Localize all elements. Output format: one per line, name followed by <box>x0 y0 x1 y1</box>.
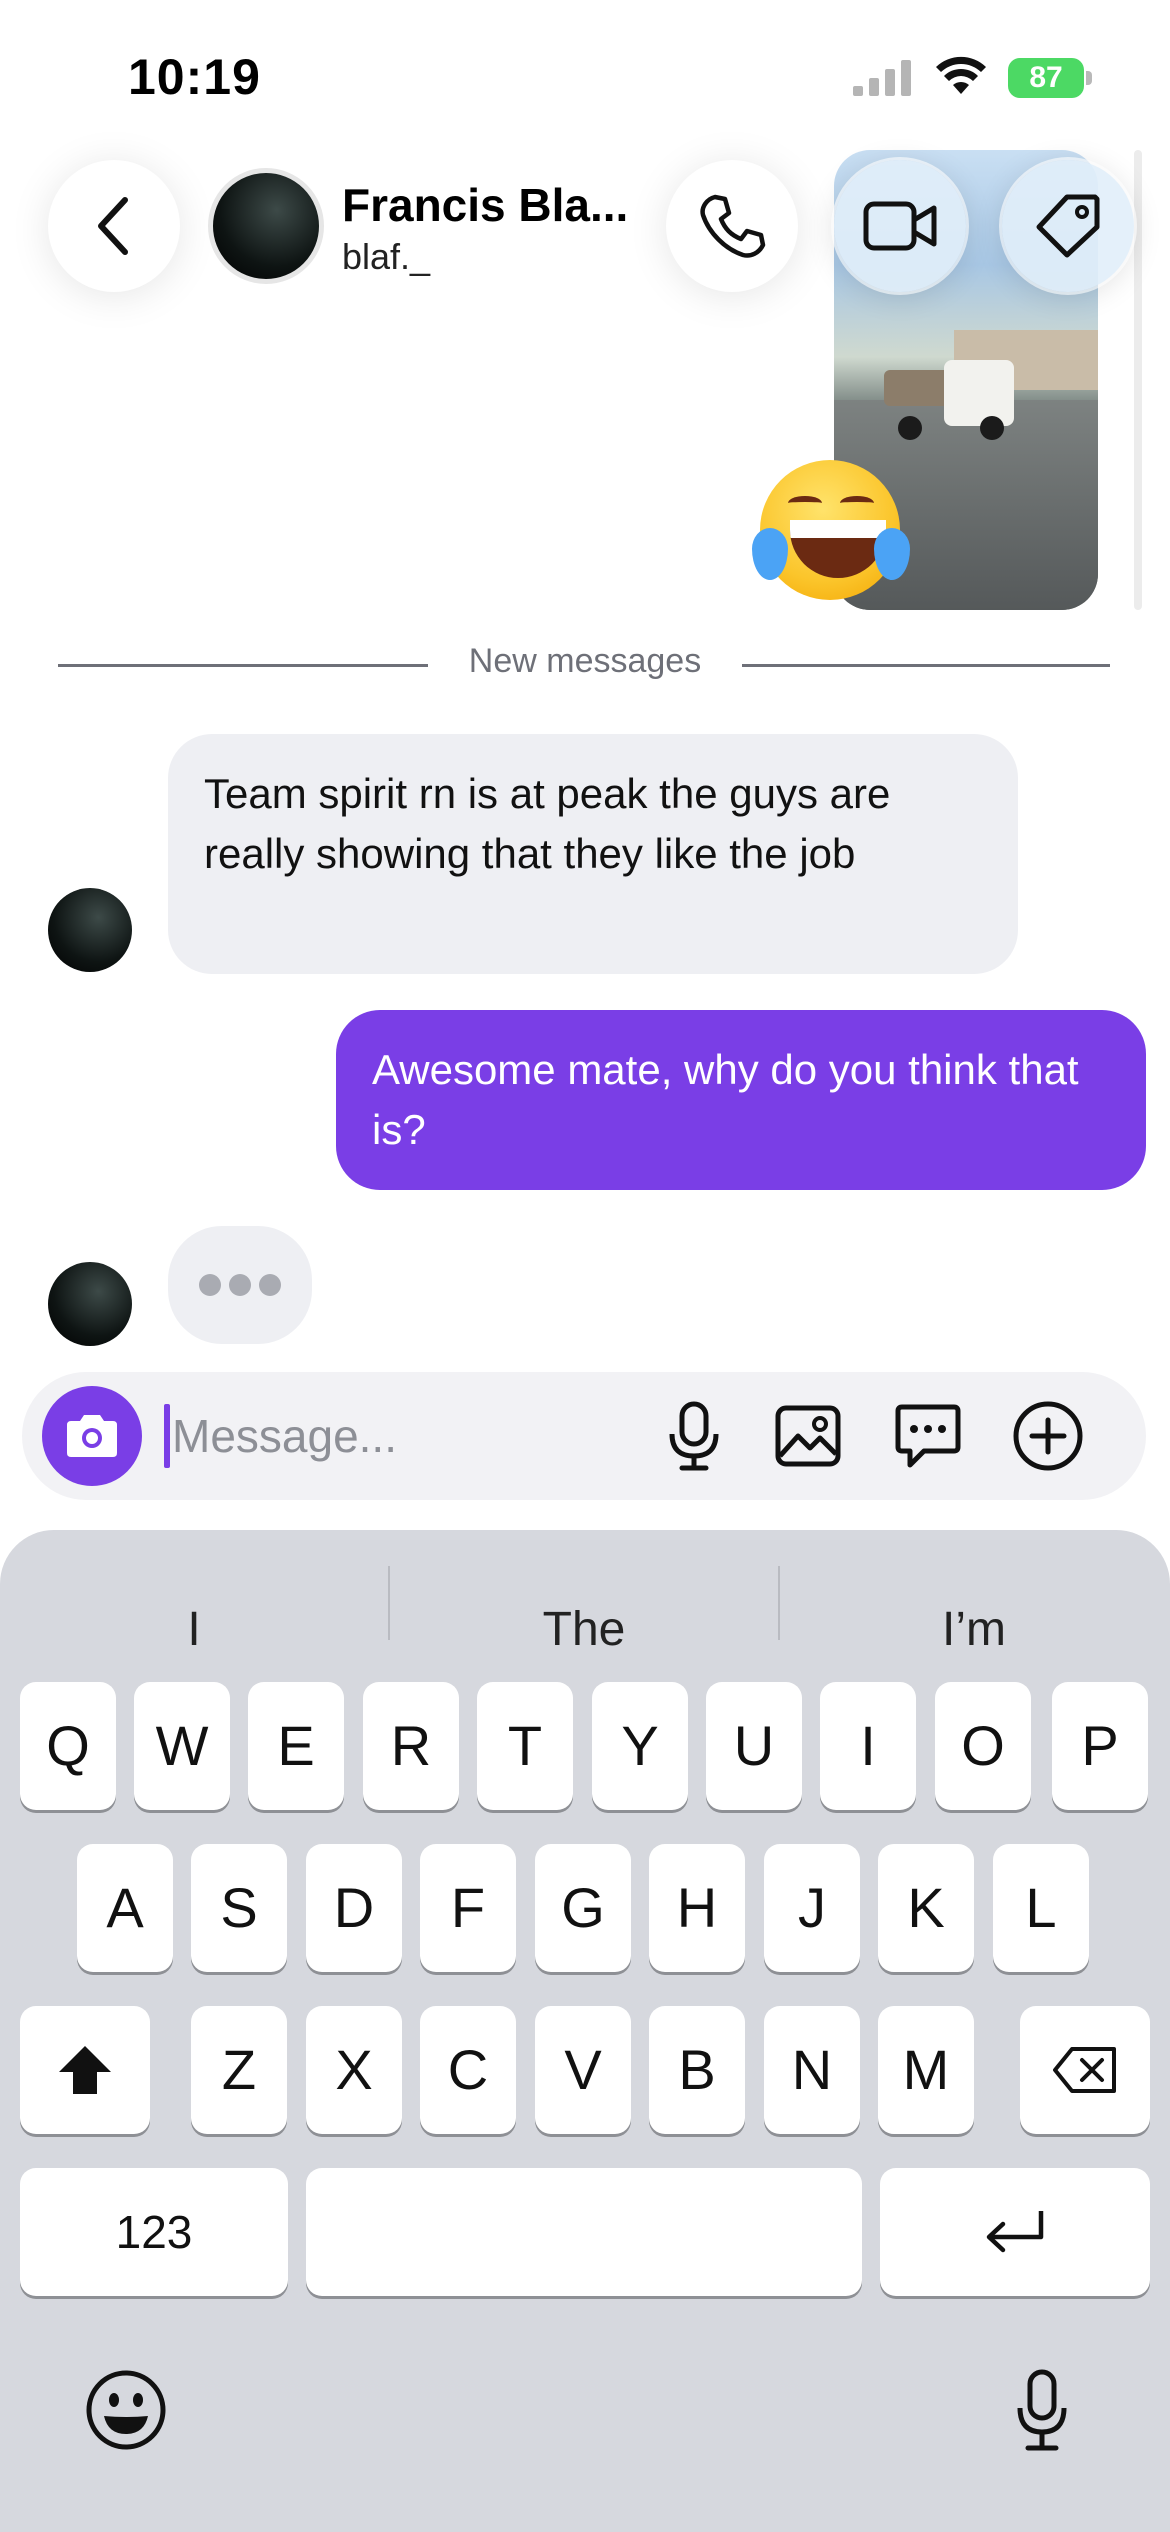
key-z[interactable]: Z <box>191 2006 287 2134</box>
more-options-button[interactable] <box>1008 1396 1088 1476</box>
chevron-left-icon <box>98 197 128 255</box>
video-truck <box>884 350 1014 440</box>
key-g[interactable]: G <box>535 1844 631 1972</box>
return-arrow-icon <box>986 2211 1044 2253</box>
chat-bubble-icon <box>895 1404 961 1468</box>
contact-header[interactable]: Francis Bla... blaf._ <box>200 160 650 292</box>
key-t[interactable]: T <box>477 1682 573 1810</box>
keyboard: I The I’m Q W E R T Y U I O P A S D F G … <box>0 1530 1170 2532</box>
camera-icon <box>67 1415 117 1457</box>
gallery-button[interactable] <box>768 1396 848 1476</box>
backspace-icon <box>1053 2047 1116 2093</box>
key-b[interactable]: B <box>649 2006 745 2134</box>
contact-avatar[interactable] <box>208 168 324 284</box>
new-messages-label: New messages <box>468 642 702 680</box>
key-j[interactable]: J <box>764 1844 860 1972</box>
key-p[interactable]: P <box>1052 1682 1148 1810</box>
image-icon <box>775 1405 841 1467</box>
voice-call-button[interactable] <box>666 160 798 292</box>
space-key[interactable] <box>306 2168 862 2296</box>
microphone-icon <box>669 1401 719 1471</box>
laughing-emoji-reaction[interactable] <box>752 454 912 604</box>
delete-key[interactable] <box>1020 2006 1150 2134</box>
typing-indicator <box>168 1226 312 1344</box>
key-l[interactable]: L <box>993 1844 1089 1972</box>
sender-avatar[interactable] <box>48 888 132 972</box>
contact-handle: blaf._ <box>342 236 431 277</box>
sticker-chat-button[interactable] <box>888 1396 968 1476</box>
key-y[interactable]: Y <box>592 1682 688 1810</box>
key-x[interactable]: X <box>306 2006 402 2134</box>
tag-button[interactable] <box>1002 160 1134 292</box>
key-u[interactable]: U <box>706 1682 802 1810</box>
suggestion-3[interactable]: I’m <box>780 1580 1168 1680</box>
contact-name: Francis Bla... <box>342 179 629 231</box>
key-s[interactable]: S <box>191 1844 287 1972</box>
scroll-indicator[interactable] <box>1134 150 1142 610</box>
voice-message-button[interactable] <box>654 1396 734 1476</box>
wifi-icon <box>936 56 986 94</box>
key-o[interactable]: O <box>935 1682 1031 1810</box>
plus-circle-icon <box>1013 1401 1083 1471</box>
status-time: 10:19 <box>128 49 261 105</box>
key-i[interactable]: I <box>820 1682 916 1810</box>
suggestion-2[interactable]: The <box>390 1580 778 1680</box>
battery-cap <box>1086 71 1092 85</box>
incoming-message-bubble[interactable]: Team spirit rn is at peak the guys are r… <box>168 734 1018 974</box>
key-a[interactable]: A <box>77 1844 173 1972</box>
shift-key[interactable] <box>20 2006 150 2134</box>
phone-icon <box>700 194 766 258</box>
suggestion-1[interactable]: I <box>0 1580 388 1680</box>
camera-button[interactable] <box>42 1386 142 1486</box>
key-e[interactable]: E <box>248 1682 344 1810</box>
battery-indicator: 87 <box>1008 58 1092 98</box>
sender-avatar[interactable] <box>48 1262 132 1346</box>
outgoing-message-bubble[interactable]: Awesome mate, why do you think that is? <box>336 1010 1146 1190</box>
emoji-icon <box>86 2370 166 2450</box>
key-w[interactable]: W <box>134 1682 230 1810</box>
microphone-icon <box>1017 2369 1067 2451</box>
status-bar: 10:19 87 <box>0 0 1170 150</box>
key-r[interactable]: R <box>363 1682 459 1810</box>
dictation-button[interactable] <box>992 2360 1092 2460</box>
message-composer <box>22 1372 1146 1500</box>
tears-of-joy-emoji-icon <box>760 460 900 600</box>
key-k[interactable]: K <box>878 1844 974 1972</box>
battery-level: 87 <box>1008 58 1084 98</box>
shift-arrow-icon <box>59 2046 111 2094</box>
key-q[interactable]: Q <box>20 1682 116 1810</box>
key-h[interactable]: H <box>649 1844 745 1972</box>
key-d[interactable]: D <box>306 1844 402 1972</box>
numbers-key[interactable]: 123 <box>20 2168 288 2296</box>
back-button[interactable] <box>48 160 180 292</box>
cellular-signal-icon <box>853 60 911 96</box>
key-n[interactable]: N <box>764 2006 860 2134</box>
tag-icon <box>1036 194 1100 258</box>
video-camera-icon <box>863 201 937 251</box>
key-m[interactable]: M <box>878 2006 974 2134</box>
text-cursor <box>164 1404 170 1468</box>
key-v[interactable]: V <box>535 2006 631 2134</box>
video-call-button[interactable] <box>834 160 966 292</box>
new-messages-divider: New messages <box>58 640 1110 690</box>
key-f[interactable]: F <box>420 1844 516 1972</box>
key-c[interactable]: C <box>420 2006 516 2134</box>
message-input[interactable] <box>172 1392 652 1480</box>
emoji-keyboard-button[interactable] <box>76 2360 176 2460</box>
return-key[interactable] <box>880 2168 1150 2296</box>
